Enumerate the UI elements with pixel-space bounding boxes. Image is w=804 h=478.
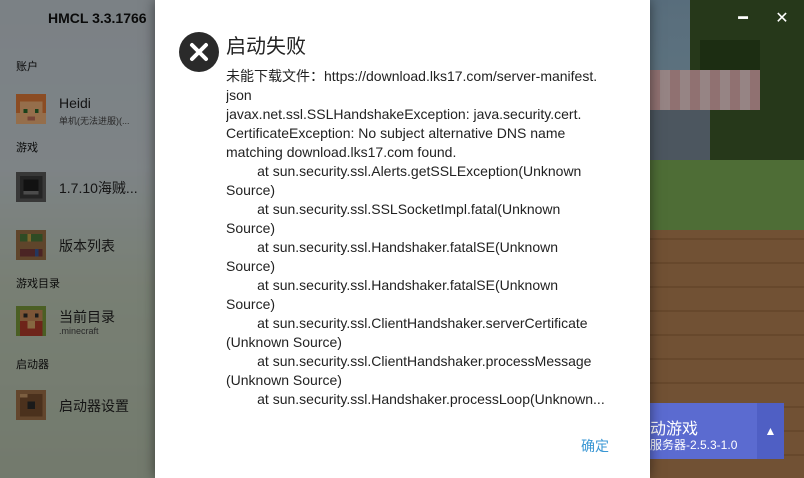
error-dialog: 启动失败 未能下载文件：https://download.lks17.com/s… xyxy=(155,0,650,478)
launch-game-button[interactable]: 动游戏 服务器-2.5.3-1.0 xyxy=(647,403,757,459)
launch-subtitle: 服务器-2.5.3-1.0 xyxy=(650,438,738,452)
dialog-message: 未能下载文件：https://download.lks17.com/server… xyxy=(226,68,605,407)
launch-options-button[interactable]: ▲ xyxy=(757,403,784,459)
dialog-title: 启动失败 xyxy=(226,36,306,58)
ok-button[interactable]: 确定 xyxy=(581,436,609,456)
error-icon xyxy=(179,32,219,72)
minimize-button[interactable]: ━ xyxy=(732,8,754,30)
close-button[interactable]: ✕ xyxy=(771,8,793,30)
